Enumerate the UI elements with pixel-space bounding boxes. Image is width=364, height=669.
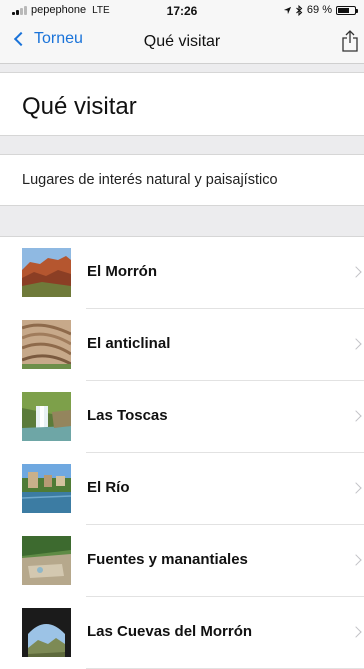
page-header: Qué visitar	[0, 72, 364, 136]
navigation-bar: Torneu Qué visitar	[0, 20, 364, 64]
list-item-las-toscas[interactable]: Las Toscas	[0, 381, 364, 453]
list-item-label: Fuentes y manantiales	[87, 551, 248, 568]
list-item-label: Las Toscas	[87, 407, 168, 424]
status-right: 69 %	[283, 4, 358, 16]
list-item-label: El Río	[87, 479, 130, 496]
location-arrow-icon	[283, 6, 292, 14]
list-item-fuentes-y-manantiales[interactable]: Fuentes y manantiales	[0, 525, 364, 597]
section-label: Lugares de interés natural y paisajístic…	[22, 172, 278, 188]
battery-icon	[336, 5, 358, 15]
list-item-el-rio[interactable]: El Río	[0, 453, 364, 525]
list-item-label: Las Cuevas del Morrón	[87, 623, 253, 640]
rock-folds-thumbnail	[22, 320, 71, 369]
chevron-right-icon	[350, 338, 362, 350]
battery-level	[338, 7, 350, 13]
section-header: Lugares de interés natural y paisajístic…	[0, 154, 364, 206]
list-item-el-anticlinal[interactable]: El anticlinal	[0, 309, 364, 381]
list-item-el-morron[interactable]: El Morrón	[0, 237, 364, 309]
places-list: El Morrón El anticlinal Las Toscas El Rí…	[0, 236, 364, 669]
page-title: Qué visitar	[22, 93, 137, 120]
share-icon[interactable]	[340, 30, 360, 52]
red-cliff-thumbnail	[22, 248, 71, 297]
status-bar: pepephone LTE 17:26 69 %	[0, 0, 364, 20]
chevron-right-icon	[350, 266, 362, 278]
nav-title: Qué visitar	[143, 33, 221, 50]
list-item-label: El Morrón	[87, 263, 157, 280]
battery-percent: 69 %	[306, 4, 332, 16]
chevron-right-icon	[350, 626, 362, 638]
bluetooth-icon	[296, 4, 303, 16]
chevron-right-icon	[350, 554, 362, 566]
chevron-right-icon	[350, 482, 362, 494]
list-item-las-cuevas-del-morron[interactable]: Las Cuevas del Morrón	[0, 597, 364, 669]
waterfall-thumbnail	[22, 392, 71, 441]
river-town-thumbnail	[22, 464, 71, 513]
cave-thumbnail	[22, 608, 71, 657]
chevron-right-icon	[350, 410, 362, 422]
spring-thumbnail	[22, 536, 71, 585]
list-item-label: El anticlinal	[87, 335, 171, 352]
